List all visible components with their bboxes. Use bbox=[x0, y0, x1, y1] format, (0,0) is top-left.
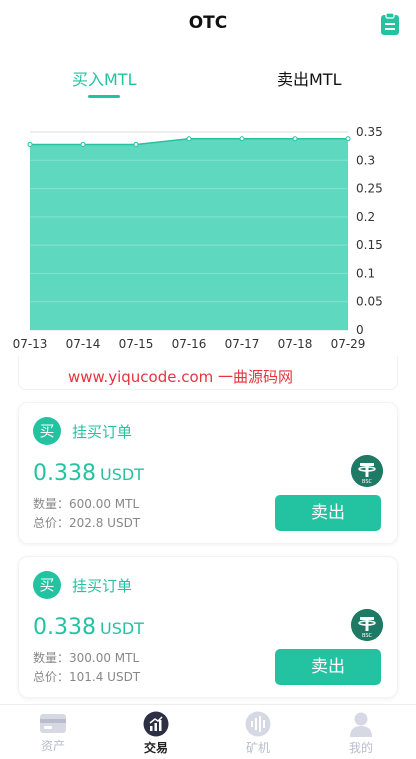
price-unit: USDT bbox=[99, 619, 144, 638]
tabbar-label: 矿机 bbox=[245, 741, 270, 755]
data-point bbox=[80, 141, 86, 147]
order-card: 买 挂买订单 0.338 USDT BSC 数量：300.00 MTL 总价：10… bbox=[18, 556, 398, 698]
tabbar-item-miner[interactable]: 矿机 bbox=[228, 711, 288, 756]
x-tick-label: 07-13 bbox=[13, 337, 48, 351]
order-type-label: 挂买订单 bbox=[72, 423, 133, 441]
clipboard-icon[interactable] bbox=[380, 12, 400, 36]
data-point bbox=[186, 136, 192, 142]
tabbar-label: 资产 bbox=[40, 739, 65, 753]
data-point bbox=[345, 136, 351, 142]
x-tick-label: 07-29 bbox=[331, 337, 366, 351]
y-tick-label: 0.2 bbox=[356, 210, 375, 224]
trade-icon bbox=[143, 711, 169, 737]
tabbar-label: 交易 bbox=[143, 741, 168, 755]
svg-text:BSC: BSC bbox=[362, 479, 373, 485]
data-point bbox=[239, 136, 245, 142]
tabbar-item-assets[interactable]: 资产 bbox=[23, 711, 83, 754]
usdt-bsc-icon: BSC bbox=[351, 455, 383, 487]
data-point bbox=[292, 136, 298, 142]
price-chart-svg: 0.35 0.3 0.25 0.2 0.15 0.1 0.05 0 07-13 07-14 07-1… bbox=[13, 125, 383, 351]
tab-sell[interactable]: 卖出MTL bbox=[277, 66, 342, 90]
price-value: 0.338 bbox=[33, 461, 96, 486]
tabbar-item-profile[interactable]: 我的 bbox=[331, 711, 391, 756]
y-tick-label: 0.1 bbox=[356, 266, 375, 280]
sell-button[interactable]: 卖出 bbox=[275, 649, 381, 685]
data-point bbox=[133, 141, 139, 147]
order-quantity: 数量：600.00 MTL bbox=[33, 497, 140, 511]
order-price: 0.338 USDT bbox=[33, 461, 144, 486]
header: OTC bbox=[0, 0, 416, 48]
wallet-icon bbox=[40, 714, 66, 733]
tab-buy[interactable]: 买入MTL bbox=[72, 66, 137, 90]
page-title: OTC bbox=[188, 13, 228, 33]
order-card: 买 挂买订单 0.338 USDT BSC 数量：600.00 MTL 总价：20… bbox=[18, 402, 398, 544]
user-icon bbox=[350, 712, 372, 737]
order-price: 0.338 USDT bbox=[33, 615, 144, 640]
miner-icon bbox=[245, 711, 271, 737]
y-tick-label: 0.15 bbox=[356, 238, 383, 252]
x-tick-label: 07-18 bbox=[278, 337, 313, 351]
price-value: 0.338 bbox=[33, 615, 96, 640]
buy-badge: 买 bbox=[33, 417, 61, 445]
data-point bbox=[27, 141, 33, 147]
price-unit: USDT bbox=[99, 465, 144, 484]
sell-button[interactable]: 卖出 bbox=[275, 495, 381, 531]
watermark-text: www.yiqucode.com 一曲源码网 bbox=[68, 368, 294, 386]
trade-tabs: 买入MTL 卖出MTL bbox=[0, 60, 416, 104]
active-tab-indicator bbox=[88, 95, 120, 98]
x-tick-label: 07-14 bbox=[66, 337, 101, 351]
tabbar-item-trade[interactable]: 交易 bbox=[126, 711, 186, 756]
bottom-tabbar: 资产 交易 矿机 我的 bbox=[0, 704, 416, 759]
order-type-label: 挂买订单 bbox=[72, 577, 133, 595]
order-total: 总价：101.4 USDT bbox=[33, 670, 141, 684]
y-tick-label: 0.35 bbox=[356, 125, 383, 139]
x-tick-label: 07-16 bbox=[172, 337, 207, 351]
tabbar-label: 我的 bbox=[348, 741, 373, 755]
price-chart: 0.35 0.3 0.25 0.2 0.15 0.1 0.05 0 07-13 07-14 07-1… bbox=[0, 118, 416, 358]
y-tick-label: 0 bbox=[356, 323, 364, 337]
order-quantity: 数量：300.00 MTL bbox=[33, 651, 140, 665]
x-tick-label: 07-15 bbox=[119, 337, 154, 351]
y-tick-label: 0.3 bbox=[356, 153, 375, 167]
buy-badge: 买 bbox=[33, 571, 61, 599]
svg-text:BSC: BSC bbox=[362, 633, 373, 639]
x-tick-label: 07-17 bbox=[225, 337, 260, 351]
usdt-bsc-icon: BSC bbox=[351, 609, 383, 641]
y-tick-label: 0.25 bbox=[356, 182, 383, 196]
y-tick-label: 0.05 bbox=[356, 295, 383, 309]
order-total: 总价：202.8 USDT bbox=[33, 516, 141, 530]
